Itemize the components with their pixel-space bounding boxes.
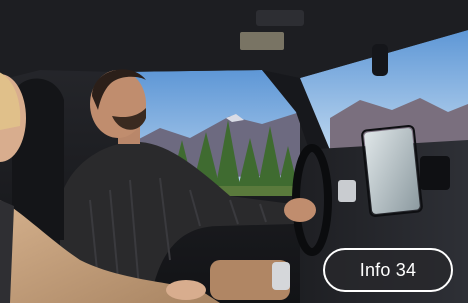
- infotainment-screen: [364, 128, 420, 214]
- info-badge-button[interactable]: Info 34: [323, 248, 453, 292]
- dash-phone-mount: [338, 180, 356, 202]
- overhead-console: [256, 10, 304, 26]
- media-frame: Info 34: [0, 0, 468, 303]
- air-vent: [420, 156, 450, 190]
- sunroof-panel: [240, 32, 284, 50]
- rearview-mirror: [372, 44, 388, 76]
- seat-belt-buckle: [272, 262, 290, 290]
